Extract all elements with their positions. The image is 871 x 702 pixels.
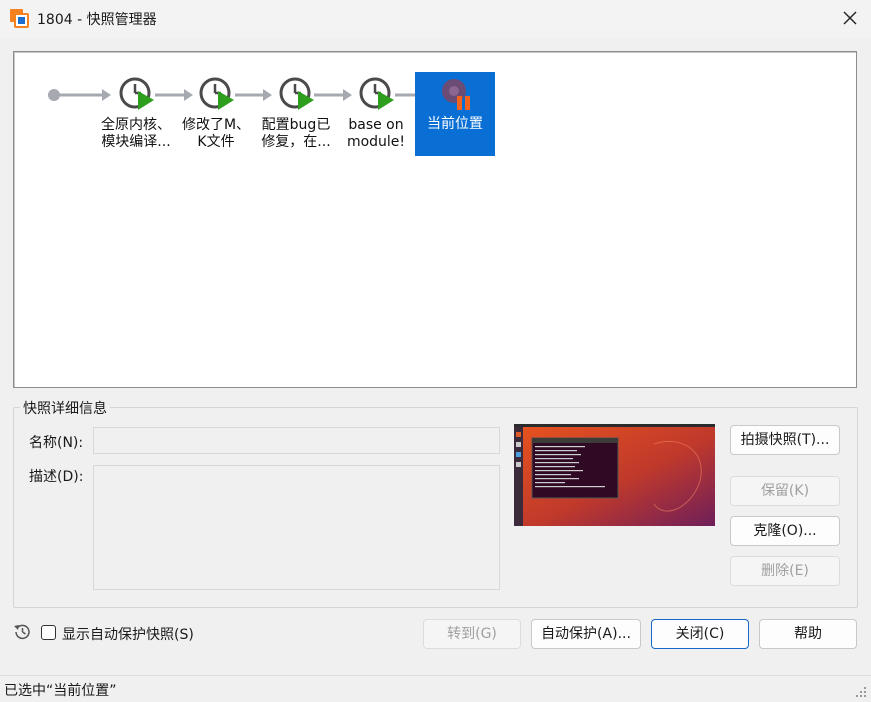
snapshot-label-line1: 配置bug已 (261, 117, 331, 133)
current-position-label: 当前位置 (427, 116, 483, 132)
history-icon (14, 624, 30, 640)
close-icon[interactable] (838, 6, 862, 30)
vmware-app-icon (10, 9, 29, 28)
window-title: 1804 - 快照管理器 (37, 12, 157, 28)
close-button[interactable]: 关闭(C) (651, 619, 749, 649)
show-autoprotect-label[interactable]: 显示自动保护快照(S) (62, 624, 194, 644)
autoprotect-button[interactable]: 自动保护(A)... (531, 619, 641, 649)
current-vm-paused-icon (442, 79, 470, 110)
name-field[interactable] (93, 427, 500, 454)
snapshot-clock-icon[interactable] (358, 77, 396, 111)
keep-button[interactable]: 保留(K) (730, 476, 840, 506)
snapshot-details-title: 快照详细信息 (20, 398, 110, 418)
snapshot-clock-icon[interactable] (278, 77, 316, 111)
snapshot-clock-icon[interactable] (198, 77, 236, 111)
status-bar (0, 675, 871, 702)
goto-button[interactable]: 转到(G) (423, 619, 521, 649)
show-autoprotect-checkbox[interactable] (41, 625, 56, 640)
clone-button[interactable]: 克隆(O)... (730, 516, 840, 546)
snapshot-label-line2: 修复，在... (261, 134, 331, 150)
snapshot-thumbnail (514, 424, 715, 526)
current-position-node[interactable]: 当前位置 (415, 72, 495, 156)
snapshot-2[interactable]: 修改了M、 K文件 (173, 117, 259, 151)
snapshot-label-line2: module! (346, 134, 406, 150)
snapshot-label-line2: K文件 (197, 134, 235, 150)
help-button[interactable]: 帮助 (759, 619, 857, 649)
snapshot-label-line1: base on (348, 117, 404, 133)
snapshot-4[interactable]: base on module! (333, 117, 419, 151)
description-label: 描述(D): (29, 469, 84, 485)
snapshot-label-line2: 模块编译... (101, 134, 171, 150)
description-field[interactable] (93, 465, 500, 590)
delete-button[interactable]: 删除(E) (730, 556, 840, 586)
status-text: 已选中“当前位置” (4, 683, 117, 699)
resize-grip-icon[interactable] (855, 686, 867, 698)
name-label: 名称(N): (29, 435, 84, 451)
snapshot-1[interactable]: 全原内核、 模块编译... (93, 117, 179, 151)
snapshot-label-line1: 修改了M、 (181, 117, 251, 133)
snapshot-clock-icon[interactable] (118, 77, 156, 111)
take-snapshot-button[interactable]: 拍摄快照(T)... (730, 425, 840, 455)
snapshot-3[interactable]: 配置bug已 修复，在... (253, 117, 339, 151)
snapshot-label-line1: 全原内核、 (101, 117, 171, 133)
